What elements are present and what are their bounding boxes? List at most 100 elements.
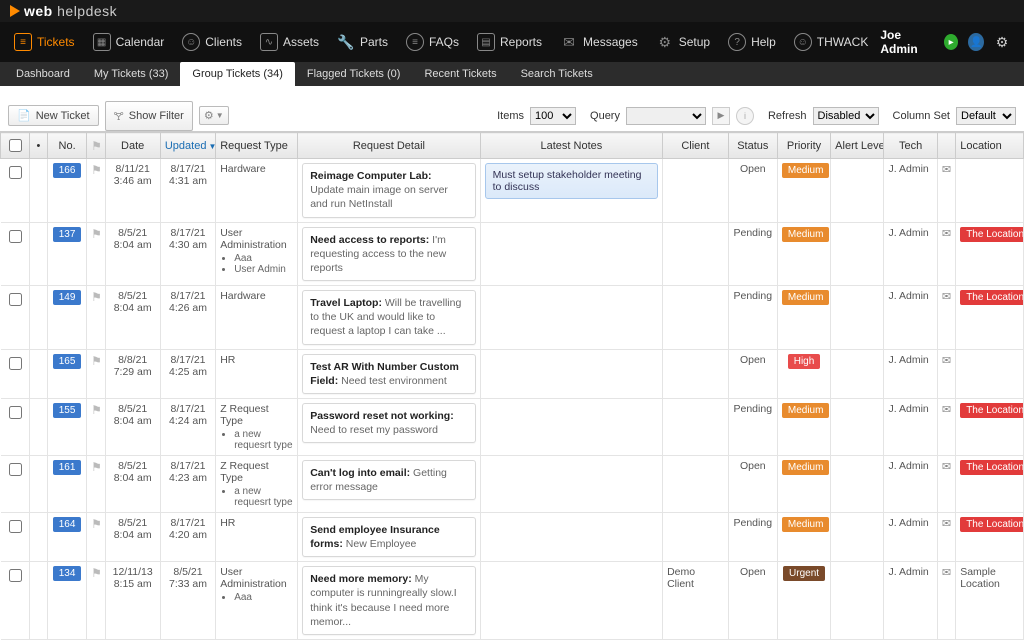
ticket-number[interactable]: 155 [53, 403, 82, 418]
col-request-type[interactable]: Request Type [216, 133, 298, 159]
ticket-number[interactable]: 149 [53, 290, 82, 305]
mail-icon[interactable]: ✉ [942, 404, 951, 416]
tab-recent-tickets[interactable]: Recent Tickets [412, 62, 508, 86]
col-flag[interactable]: ⚑ [87, 133, 105, 159]
avatar-icon[interactable]: 👤 [968, 33, 984, 51]
items-select[interactable]: 100 [530, 107, 576, 125]
ticket-number[interactable]: 164 [53, 517, 82, 532]
mail-icon[interactable]: ✉ [942, 164, 951, 176]
tab-flagged-tickets[interactable]: Flagged Tickets (0) [295, 62, 413, 86]
col-date[interactable]: Date [105, 133, 160, 159]
nav-assets[interactable]: ∿ Assets [252, 22, 327, 62]
col-latest-notes[interactable]: Latest Notes [480, 133, 662, 159]
flag-icon[interactable]: ⚑ [91, 403, 102, 417]
col-tech[interactable]: Tech [884, 133, 937, 159]
mail-icon[interactable]: ✉ [942, 461, 951, 473]
query-run-button[interactable]: ▶ [712, 107, 730, 125]
ticket-number[interactable]: 137 [53, 227, 82, 242]
col-status[interactable]: Status [728, 133, 777, 159]
row-checkbox[interactable] [9, 293, 22, 306]
col-alert-level[interactable]: Alert Level [831, 133, 884, 159]
flag-icon[interactable]: ⚑ [91, 163, 102, 177]
row-checkbox[interactable] [9, 406, 22, 419]
priority-cell: High [777, 349, 830, 398]
col-updated[interactable]: Updated▼ [160, 133, 215, 159]
detail-card[interactable]: Test AR With Number Custom Field: Need t… [302, 354, 475, 394]
nav-label: Messages [583, 35, 638, 49]
detail-card[interactable]: Need access to reports: I'm requesting a… [302, 227, 475, 282]
tab-search-tickets[interactable]: Search Tickets [509, 62, 605, 86]
ticket-row[interactable]: 166 ⚑ 8/11/213:46 am 8/17/214:31 am Hard… [1, 159, 1024, 223]
ticket-row[interactable]: 161 ⚑ 8/5/218:04 am 8/17/214:23 am Z Req… [1, 455, 1024, 512]
request-type-cell: User AdministrationAaa [216, 562, 298, 640]
nav-faqs[interactable]: ≡ FAQs [398, 22, 467, 62]
nav-clients[interactable]: ☺ Clients [174, 22, 250, 62]
row-checkbox[interactable] [9, 230, 22, 243]
col-priority[interactable]: Priority [777, 133, 830, 159]
settings-gear-icon[interactable]: ⚙ [994, 33, 1010, 51]
nav-parts[interactable]: 🔧 Parts [329, 22, 396, 62]
nav-messages[interactable]: ✉ Messages [552, 22, 646, 62]
new-ticket-button[interactable]: 📄 New Ticket [8, 105, 99, 126]
mail-icon[interactable]: ✉ [942, 355, 951, 367]
col-mail[interactable] [937, 133, 955, 159]
row-checkbox[interactable] [9, 357, 22, 370]
select-all-checkbox[interactable] [9, 139, 22, 152]
flag-icon[interactable]: ⚑ [91, 460, 102, 474]
detail-card[interactable]: Can't log into email: Getting error mess… [302, 460, 475, 500]
col-client[interactable]: Client [663, 133, 729, 159]
query-info-button[interactable]: i [736, 107, 754, 125]
tab-dashboard[interactable]: Dashboard [4, 62, 82, 86]
tab-group-tickets[interactable]: Group Tickets (34) [180, 62, 294, 86]
ticket-row[interactable]: 149 ⚑ 8/5/218:04 am 8/17/214:26 am Hardw… [1, 286, 1024, 350]
detail-card[interactable]: Reimage Computer Lab: Update main image … [302, 163, 475, 218]
tab-my-tickets[interactable]: My Tickets (33) [82, 62, 181, 86]
mail-icon[interactable]: ✉ [942, 567, 951, 579]
col-checkbox[interactable] [1, 133, 30, 159]
flag-icon[interactable]: ⚑ [91, 290, 102, 304]
row-checkbox[interactable] [9, 569, 22, 582]
ticket-row[interactable]: 155 ⚑ 8/5/218:04 am 8/17/214:24 am Z Req… [1, 398, 1024, 455]
ticket-row[interactable]: 134 ⚑ 12/11/138:15 am 8/5/217:33 am User… [1, 562, 1024, 640]
show-filter-button[interactable]: 🝖 Show Filter [105, 101, 193, 131]
status-cell: Pending [728, 512, 777, 561]
column-set-label: Column Set [893, 110, 950, 122]
detail-card[interactable]: Send employee Insurance forms: New Emplo… [302, 517, 475, 557]
refresh-select[interactable]: Disabled [813, 107, 879, 125]
col-no[interactable]: No. [48, 133, 87, 159]
nav-tickets[interactable]: ≡ Tickets [6, 22, 83, 62]
detail-card[interactable]: Need more memory: My computer is running… [302, 566, 475, 635]
actions-menu-button[interactable]: ⚙ ▼ [199, 106, 229, 125]
ticket-row[interactable]: 165 ⚑ 8/8/217:29 am 8/17/214:25 am HR Te… [1, 349, 1024, 398]
flag-icon[interactable]: ⚑ [91, 354, 102, 368]
col-bullet[interactable]: • [29, 133, 47, 159]
detail-card[interactable]: Travel Laptop: Will be travelling to the… [302, 290, 475, 345]
ticket-row[interactable]: 164 ⚑ 8/5/218:04 am 8/17/214:20 am HR Se… [1, 512, 1024, 561]
ticket-number[interactable]: 166 [53, 163, 82, 178]
status-online-icon[interactable]: ▸ [944, 34, 958, 50]
flag-icon[interactable]: ⚑ [91, 227, 102, 241]
ticket-number[interactable]: 134 [53, 566, 82, 581]
col-location[interactable]: Location [956, 133, 1024, 159]
detail-card[interactable]: Password reset not working: Need to rese… [302, 403, 475, 443]
notes-card[interactable]: Must setup stakeholder meeting to discus… [485, 163, 658, 199]
nav-calendar[interactable]: ▦ Calendar [85, 22, 173, 62]
ticket-row[interactable]: 137 ⚑ 8/5/218:04 am 8/17/214:30 am User … [1, 222, 1024, 286]
col-request-detail[interactable]: Request Detail [298, 133, 480, 159]
column-set-select[interactable]: Default [956, 107, 1016, 125]
nav-thwack[interactable]: ☺ THWACK [786, 22, 877, 62]
row-checkbox[interactable] [9, 463, 22, 476]
ticket-number[interactable]: 165 [53, 354, 82, 369]
nav-reports[interactable]: ▤ Reports [469, 22, 550, 62]
mail-icon[interactable]: ✉ [942, 228, 951, 240]
flag-icon[interactable]: ⚑ [91, 566, 102, 580]
ticket-number[interactable]: 161 [53, 460, 82, 475]
row-checkbox[interactable] [9, 520, 22, 533]
query-select[interactable] [626, 107, 706, 125]
nav-setup[interactable]: ⚙ Setup [648, 22, 718, 62]
nav-help[interactable]: ? Help [720, 22, 784, 62]
row-checkbox[interactable] [9, 166, 22, 179]
mail-icon[interactable]: ✉ [942, 291, 951, 303]
flag-icon[interactable]: ⚑ [91, 517, 102, 531]
mail-icon[interactable]: ✉ [942, 518, 951, 530]
